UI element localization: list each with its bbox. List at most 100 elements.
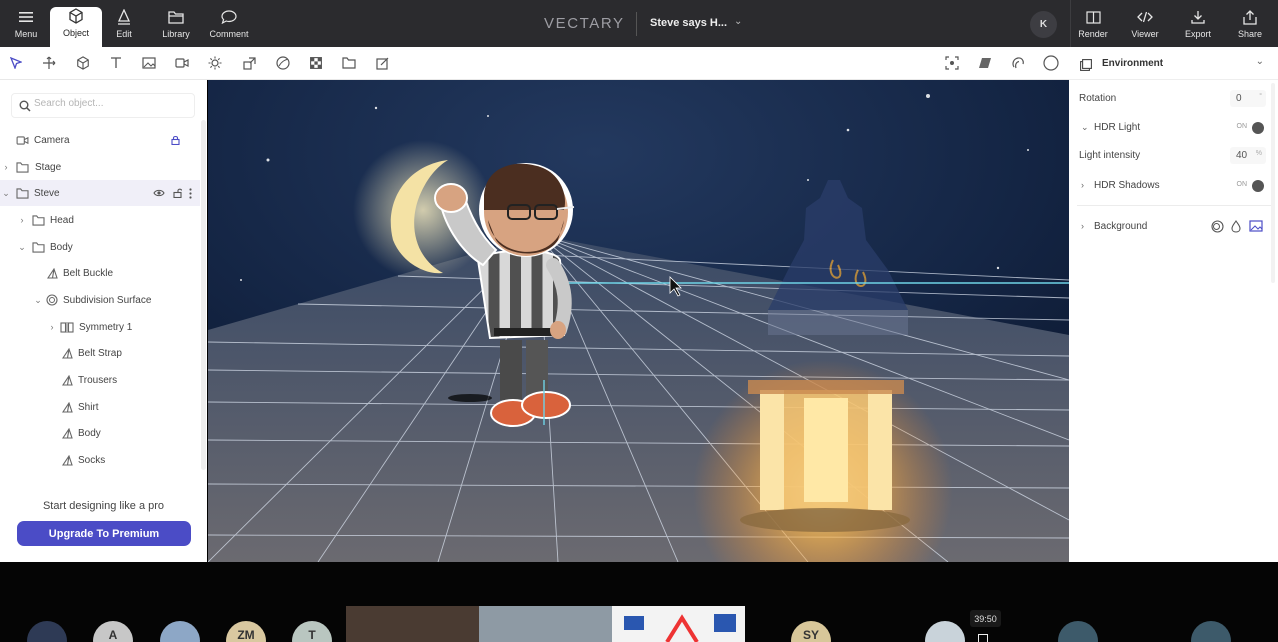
object-tab[interactable]: Object (50, 7, 102, 47)
search-box (11, 93, 195, 118)
background-row[interactable]: › Background (1069, 216, 1278, 238)
light-intensity-input[interactable]: 40 % (1230, 147, 1266, 164)
chevron-down-icon[interactable]: ⌄ (1256, 56, 1264, 67)
participant-avatar[interactable] (1191, 621, 1231, 642)
sphere-tool-icon[interactable] (275, 55, 291, 71)
orbit-icon[interactable] (1010, 55, 1026, 71)
participant-initial: A (108, 628, 118, 642)
tree-item-symmetry[interactable]: › Symmetry 1 (0, 314, 200, 340)
tree-item-label: Subdivision Surface (63, 294, 152, 306)
image-tool-icon[interactable] (141, 55, 157, 71)
panel-header[interactable]: Environment ⌄ (1069, 47, 1278, 80)
share-button[interactable]: Share (1224, 8, 1276, 47)
chevron-down-icon[interactable]: ⌄ (17, 242, 27, 253)
add-object-icon[interactable] (75, 55, 91, 71)
participant-video[interactable] (479, 606, 612, 642)
call-timer: 39:50 (970, 610, 1001, 627)
scrollbar[interactable] (1271, 83, 1275, 283)
tree-item-belt-strap[interactable]: Belt Strap (0, 340, 200, 366)
tree-item-body-group[interactable]: ⌄ Body (0, 234, 200, 260)
tree-item-shirt[interactable]: Shirt (0, 394, 200, 420)
chevron-right-icon[interactable]: › (1081, 180, 1084, 190)
hdr-light-row[interactable]: ⌄ HDR Light ON (1069, 117, 1278, 139)
participant-initial: T (308, 628, 316, 642)
move-tool-icon[interactable] (41, 55, 57, 71)
image-background-icon[interactable] (1249, 220, 1263, 235)
participant-avatar[interactable]: SY (791, 621, 831, 642)
chevron-right-icon[interactable]: › (47, 322, 57, 332)
chevron-right-icon[interactable]: › (1, 162, 11, 172)
chevron-down-icon[interactable]: ⌄ (1081, 122, 1089, 133)
hdri-sphere-icon[interactable] (1211, 220, 1224, 236)
lock-icon[interactable] (168, 133, 182, 147)
viewer-button[interactable]: Viewer (1119, 8, 1171, 47)
text-tool-icon[interactable] (108, 55, 124, 71)
export-button[interactable]: Export (1172, 8, 1224, 47)
screen-share-icon[interactable] (978, 634, 988, 642)
light-intensity-label: Light intensity (1079, 150, 1141, 161)
chevron-down-icon[interactable]: ⌄ (1, 188, 11, 199)
tree-item-belt-buckle[interactable]: Belt Buckle (0, 260, 200, 286)
participant-avatar[interactable]: T (292, 621, 332, 642)
material-tool-icon[interactable] (308, 55, 324, 71)
tree-item-subdivision-surface[interactable]: ⌄ Subdivision Surface (0, 287, 200, 313)
edit-export-icon[interactable] (374, 55, 390, 71)
tree-item-steve[interactable]: ⌄ Steve (0, 180, 200, 206)
edit-tab[interactable]: Edit (98, 8, 150, 47)
tree-item-socks[interactable]: Socks (0, 447, 200, 473)
tree-item-label: Trousers (78, 374, 118, 386)
transform-tool-icon[interactable] (241, 55, 257, 71)
comment-tab[interactable]: Comment (203, 8, 255, 47)
top-bar: Menu Object Edit Library Comment VECTARY… (0, 0, 1278, 47)
3d-viewport[interactable] (208, 80, 1069, 562)
eye-icon[interactable] (152, 186, 166, 200)
folder-icon (168, 8, 184, 26)
ground-plane-icon[interactable] (977, 55, 993, 71)
render-button[interactable]: Render (1067, 8, 1119, 47)
chevron-right-icon[interactable]: › (17, 215, 27, 225)
rotation-value: 0 (1236, 93, 1242, 104)
participant-avatar[interactable] (27, 621, 67, 642)
chevron-down-icon[interactable]: ⌄ (33, 295, 43, 306)
document-title[interactable]: Steve says H... (650, 17, 727, 29)
unlock-icon[interactable] (170, 186, 184, 200)
menu-label: Menu (14, 29, 38, 39)
participant-avatar[interactable]: ZM (226, 621, 266, 642)
participant-avatar[interactable] (1058, 621, 1098, 642)
viewer-label: Viewer (1131, 29, 1159, 39)
object-label: Object (62, 28, 89, 38)
tree-item-body-mesh[interactable]: Body (0, 420, 200, 446)
chevron-right-icon[interactable]: › (1081, 221, 1084, 231)
hdr-shadows-toggle[interactable] (1252, 180, 1264, 192)
library-label: Library (162, 29, 190, 39)
tree-item-trousers[interactable]: Trousers (0, 367, 200, 393)
light-tool-icon[interactable] (207, 55, 223, 71)
shading-sphere-icon[interactable] (1043, 55, 1059, 71)
scrollbar[interactable] (201, 120, 206, 470)
user-avatar[interactable]: K (1030, 11, 1057, 38)
participant-avatar[interactable] (925, 621, 965, 642)
tree-item-label: Shirt (78, 401, 99, 413)
tree-item-stage[interactable]: › Stage (0, 154, 200, 180)
color-drop-icon[interactable] (1231, 220, 1241, 236)
rotation-input[interactable]: 0 ° (1230, 90, 1266, 107)
participant-avatar[interactable]: A (93, 621, 133, 642)
select-tool-icon[interactable] (8, 55, 24, 71)
participant-initial: ZM (237, 628, 255, 642)
focus-icon[interactable] (944, 55, 960, 71)
hdr-light-toggle[interactable] (1252, 122, 1264, 134)
participant-video[interactable] (612, 606, 745, 642)
upgrade-button[interactable]: Upgrade To Premium (17, 521, 191, 546)
tree-item-camera[interactable]: Camera (0, 127, 200, 153)
more-vertical-icon[interactable] (183, 186, 197, 200)
library-tab[interactable]: Library (150, 8, 202, 47)
folder-tool-icon[interactable] (341, 55, 357, 71)
tree-item-head[interactable]: › Head (0, 207, 200, 233)
search-input[interactable] (34, 98, 184, 109)
participant-video[interactable] (346, 606, 479, 642)
chevron-down-icon[interactable]: ⌄ (734, 16, 742, 27)
menu-button[interactable]: Menu (0, 8, 52, 47)
hdr-shadows-row[interactable]: › HDR Shadows ON (1069, 175, 1278, 197)
participant-avatar[interactable] (160, 621, 200, 642)
camera-tool-icon[interactable] (174, 55, 190, 71)
